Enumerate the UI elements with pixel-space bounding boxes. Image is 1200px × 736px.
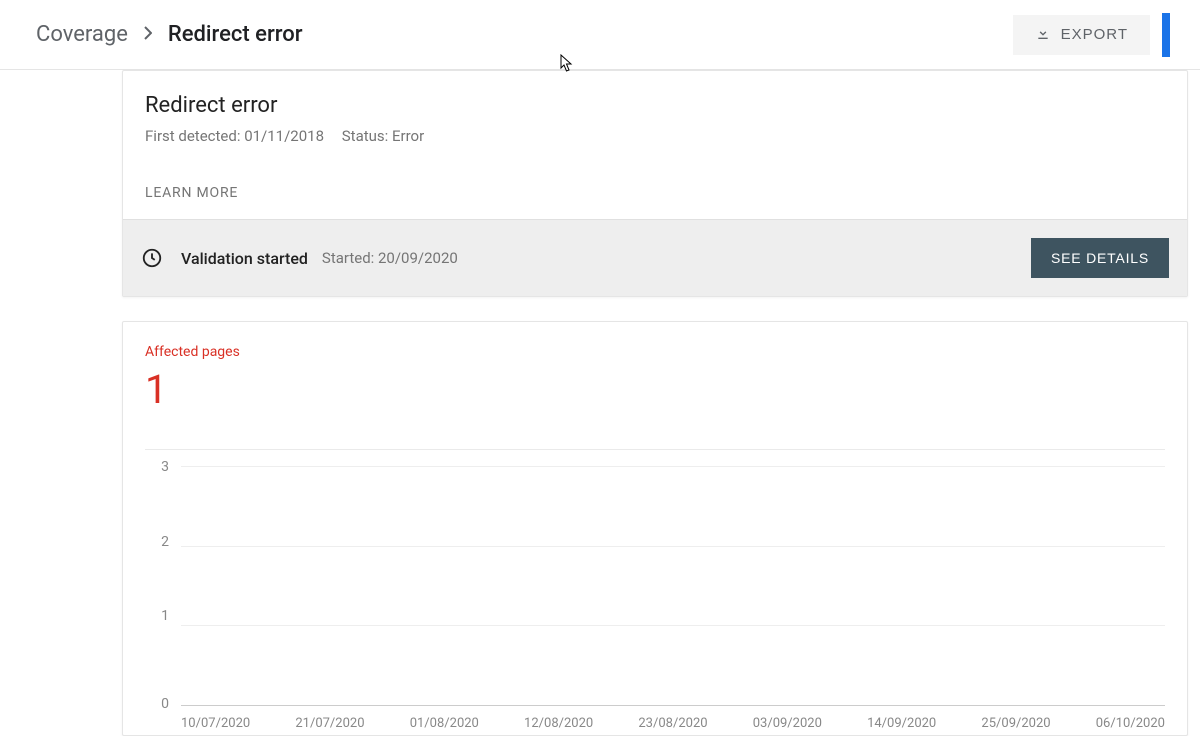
gridline	[181, 546, 1165, 547]
validation-started: Started: 20/09/2020	[322, 249, 1031, 267]
breadcrumb-root[interactable]: Coverage	[36, 22, 128, 47]
see-details-button[interactable]: SEE DETAILS	[1031, 238, 1169, 278]
chart-bars	[181, 466, 1165, 705]
chart-plot	[181, 466, 1165, 706]
export-button[interactable]: EXPORT	[1013, 15, 1150, 55]
download-icon	[1035, 25, 1051, 45]
issue-subline: First detected: 01/11/2018 Status: Error	[145, 126, 1165, 147]
x-tick: 06/10/2020	[1096, 716, 1165, 731]
affected-pages-label: Affected pages	[145, 344, 1165, 360]
cursor-icon	[560, 54, 574, 76]
status-label: Status: Error	[342, 127, 424, 145]
y-tick: 3	[145, 459, 173, 475]
validation-bar: Validation started Started: 20/09/2020 S…	[123, 219, 1187, 296]
chart-y-axis: 3210	[145, 466, 173, 706]
y-tick: 1	[145, 608, 173, 624]
validation-label: Validation started	[181, 249, 308, 268]
learn-more-link[interactable]: LEARN MORE	[145, 185, 1165, 201]
issue-title: Redirect error	[145, 93, 1165, 118]
x-tick: 10/07/2020	[181, 716, 250, 731]
x-tick: 14/09/2020	[867, 716, 936, 731]
chart-area: 3 2 1 0 10/07/2020 21/07/2020 01/08/2020 12/08…	[145, 450, 1165, 735]
x-tick: 25/09/2020	[981, 716, 1050, 731]
breadcrumb: Coverage Redirect error	[36, 22, 1013, 47]
y-tick: 2	[145, 534, 173, 550]
chevron-right-icon	[144, 25, 152, 44]
first-detected-label: First detected: 01/11/2018	[145, 127, 324, 145]
share-strip[interactable]	[1162, 13, 1170, 57]
gridline	[181, 466, 1165, 467]
top-bar: Coverage Redirect error EXPORT	[0, 0, 1200, 70]
export-label: EXPORT	[1061, 26, 1128, 43]
x-tick: 23/08/2020	[638, 716, 707, 731]
gridline	[181, 625, 1165, 626]
chart-card: Affected pages 1 3 2 1 0 10/07/2020 21/07/20…	[122, 321, 1188, 736]
affected-pages-count: 1	[145, 366, 1165, 413]
x-tick: 01/08/2020	[410, 716, 479, 731]
x-tick: 03/09/2020	[753, 716, 822, 731]
y-tick: 0	[145, 696, 173, 712]
clock-icon	[141, 247, 163, 269]
x-tick: 12/08/2020	[524, 716, 593, 731]
breadcrumb-current: Redirect error	[168, 22, 303, 47]
x-tick: 21/07/2020	[295, 716, 364, 731]
issue-header-card: Redirect error First detected: 01/11/201…	[122, 70, 1188, 297]
chart-x-axis: 10/07/2020 21/07/2020 01/08/2020 12/08/2020…	[181, 716, 1165, 735]
